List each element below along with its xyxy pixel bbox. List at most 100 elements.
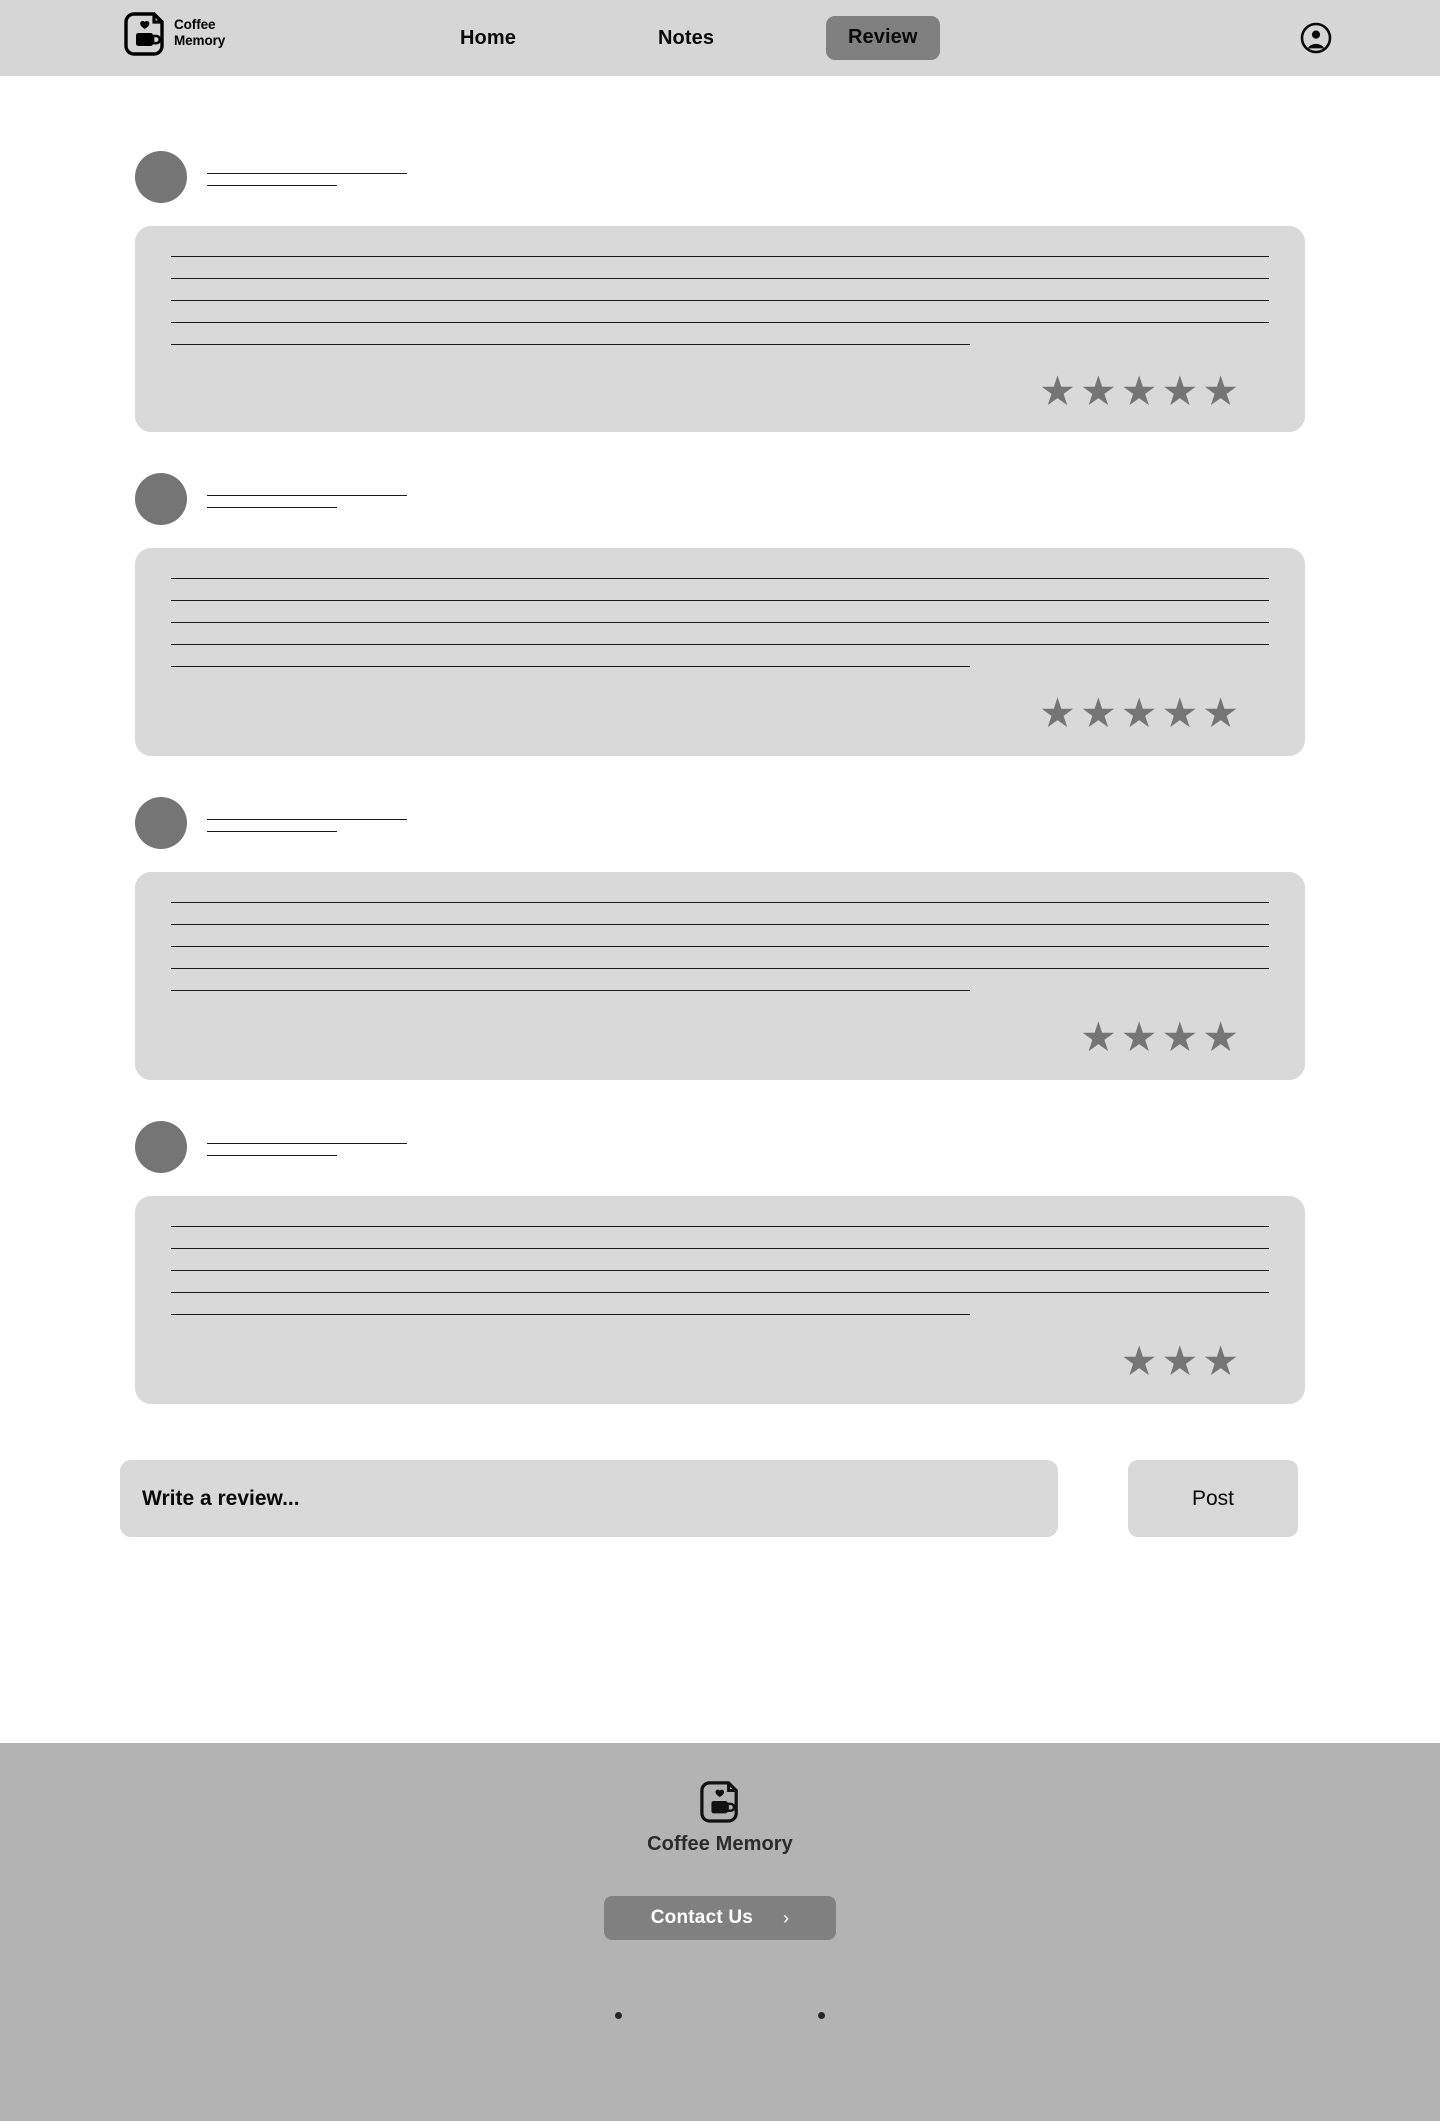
site-footer: Coffee Memory Contact Us › bbox=[0, 1743, 1440, 2121]
reviewer-name-placeholder bbox=[207, 815, 407, 832]
avatar bbox=[135, 151, 187, 203]
review-input[interactable] bbox=[120, 1460, 1058, 1537]
avatar bbox=[135, 1121, 187, 1173]
site-header: Coffee Memory Home Notes Review bbox=[0, 0, 1440, 76]
account-circle-icon[interactable] bbox=[1300, 22, 1332, 54]
footer-dot[interactable] bbox=[615, 2012, 622, 2019]
star-icon: ★ bbox=[1202, 368, 1239, 414]
coffee-note-logo-icon bbox=[124, 10, 166, 56]
nav-link-review[interactable]: Review bbox=[848, 26, 918, 49]
placeholder-line bbox=[171, 322, 1269, 323]
review-card: ★ ★ ★ ★ ★ bbox=[135, 548, 1305, 756]
contact-us-label: Contact Us bbox=[650, 1907, 754, 1928]
review-text-placeholder bbox=[171, 574, 1269, 667]
star-rating: ★ ★ ★ ★ bbox=[171, 1017, 1269, 1058]
star-rating: ★ ★ ★ ★ ★ bbox=[171, 371, 1269, 412]
review-card: ★ ★ ★ ★ bbox=[135, 872, 1305, 1080]
placeholder-line bbox=[171, 924, 1269, 925]
placeholder-line bbox=[171, 666, 970, 667]
avatar bbox=[135, 473, 187, 525]
placeholder-line bbox=[171, 1314, 970, 1315]
review-card: ★ ★ ★ ★ ★ bbox=[135, 226, 1305, 432]
review-item: ★ ★ ★ bbox=[0, 1116, 1440, 1404]
footer-dot[interactable] bbox=[818, 2012, 825, 2019]
placeholder-line bbox=[207, 172, 407, 174]
star-icon: ★ bbox=[1120, 1338, 1158, 1384]
reviewer-header bbox=[0, 468, 1440, 530]
brand-name: Coffee Memory bbox=[174, 16, 226, 48]
nav-link-notes[interactable]: Notes bbox=[658, 27, 714, 50]
placeholder-line bbox=[171, 578, 1269, 579]
brand-logo[interactable]: Coffee Memory bbox=[124, 10, 225, 56]
placeholder-line bbox=[207, 818, 407, 820]
star-icon: ★ bbox=[1202, 1014, 1239, 1060]
nav-item-review-active[interactable]: Review bbox=[826, 16, 940, 60]
star-icon: ★ bbox=[1120, 690, 1158, 736]
review-card: ★ ★ ★ bbox=[135, 1196, 1305, 1404]
star-icon: ★ bbox=[1161, 1014, 1199, 1060]
star-icon: ★ bbox=[1120, 368, 1158, 414]
placeholder-line bbox=[171, 968, 1269, 969]
chevron-right-icon: › bbox=[783, 1908, 790, 1928]
review-item: ★ ★ ★ ★ ★ bbox=[0, 146, 1440, 432]
post-button[interactable]: Post bbox=[1128, 1460, 1298, 1537]
placeholder-line bbox=[207, 1154, 337, 1156]
review-list: ★ ★ ★ ★ ★ ★ ★ ★ ★ ★ ★ ★ ★ ★ ★ ★ ★ Write … bbox=[0, 76, 1440, 1537]
placeholder-line bbox=[207, 184, 337, 186]
placeholder-line bbox=[171, 300, 1269, 301]
footer-social-dots bbox=[615, 2012, 825, 2019]
placeholder-line bbox=[207, 830, 337, 832]
placeholder-line bbox=[171, 1248, 1269, 1249]
nav-item-home[interactable]: Home bbox=[460, 27, 600, 50]
star-icon: ★ bbox=[1079, 690, 1117, 736]
reviewer-name-placeholder bbox=[207, 491, 407, 508]
star-icon: ★ bbox=[1039, 368, 1076, 414]
footer-brand-name: Coffee Memory bbox=[647, 1833, 793, 1855]
reviewer-header bbox=[0, 792, 1440, 854]
reviewer-name-placeholder bbox=[207, 169, 407, 186]
review-text-placeholder bbox=[171, 1222, 1269, 1315]
star-icon: ★ bbox=[1202, 690, 1239, 736]
coffee-note-logo-icon bbox=[700, 1779, 740, 1823]
placeholder-line bbox=[171, 902, 1269, 903]
main-navigation: Home Notes Review bbox=[460, 0, 940, 76]
review-item: ★ ★ ★ ★ bbox=[0, 792, 1440, 1080]
placeholder-line bbox=[171, 1292, 1269, 1293]
review-text-placeholder bbox=[171, 898, 1269, 991]
placeholder-line bbox=[171, 1226, 1269, 1227]
review-text-placeholder bbox=[171, 252, 1269, 345]
placeholder-line bbox=[171, 278, 1269, 279]
placeholder-line bbox=[171, 990, 970, 991]
placeholder-line bbox=[171, 1270, 1269, 1271]
star-rating: ★ ★ ★ ★ ★ bbox=[171, 693, 1269, 734]
star-rating: ★ ★ ★ bbox=[171, 1341, 1269, 1382]
reviewer-header bbox=[0, 1116, 1440, 1178]
placeholder-line bbox=[171, 946, 1269, 947]
placeholder-line bbox=[207, 494, 407, 496]
star-icon: ★ bbox=[1079, 368, 1117, 414]
star-icon: ★ bbox=[1120, 1014, 1158, 1060]
placeholder-line bbox=[207, 1142, 407, 1144]
placeholder-line bbox=[171, 600, 1269, 601]
placeholder-line bbox=[171, 644, 1269, 645]
reviewer-header bbox=[0, 146, 1440, 208]
nav-link-home[interactable]: Home bbox=[460, 27, 516, 50]
star-icon: ★ bbox=[1161, 1338, 1199, 1384]
avatar bbox=[135, 797, 187, 849]
review-item: ★ ★ ★ ★ ★ bbox=[0, 468, 1440, 756]
placeholder-line bbox=[171, 256, 1269, 257]
star-icon: ★ bbox=[1202, 1338, 1239, 1384]
reviewer-name-placeholder bbox=[207, 1139, 407, 1156]
contact-us-button[interactable]: Contact Us › bbox=[604, 1896, 836, 1940]
nav-item-notes[interactable]: Notes bbox=[658, 27, 798, 50]
star-icon: ★ bbox=[1039, 690, 1076, 736]
star-icon: ★ bbox=[1079, 1014, 1117, 1060]
compose-review-row: Post bbox=[120, 1460, 1300, 1537]
placeholder-line bbox=[171, 344, 970, 345]
placeholder-line bbox=[207, 506, 337, 508]
star-icon: ★ bbox=[1161, 368, 1199, 414]
star-icon: ★ bbox=[1161, 690, 1199, 736]
